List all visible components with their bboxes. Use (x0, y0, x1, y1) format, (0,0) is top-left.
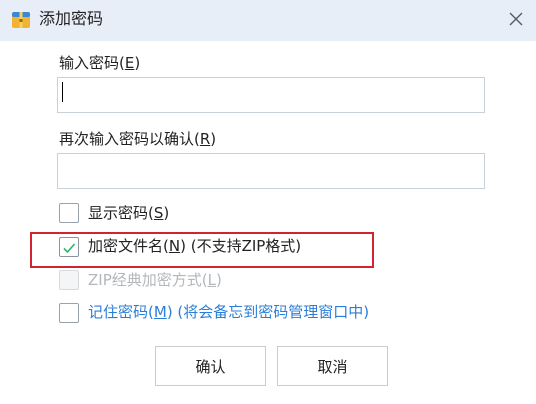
title-bar: 添加密码 (0, 0, 536, 41)
encrypt-filenames-checkbox[interactable] (59, 237, 79, 257)
remember-password-label[interactable]: 记住密码(M) (将会备忘到密码管理窗口中) (88, 302, 369, 322)
add-password-dialog: 添加密码 输入密码(E) 再次输入密码以确认(R) 显示密码(S) 加密文件名(… (0, 0, 536, 404)
show-password-label[interactable]: 显示密码(S) (88, 203, 169, 223)
password-label: 输入密码(E) (59, 54, 141, 72)
close-icon (509, 11, 523, 30)
dialog-title: 添加密码 (39, 9, 104, 28)
zip-classic-label: ZIP经典加密方式(L) (88, 271, 222, 289)
archive-icon (11, 10, 31, 30)
close-button[interactable] (500, 4, 532, 36)
zip-classic-checkbox (59, 270, 79, 290)
encrypt-filenames-label[interactable]: 加密文件名(N) (不支持ZIP格式) (88, 236, 301, 256)
show-password-checkbox[interactable] (59, 203, 79, 223)
remember-password-checkbox[interactable] (59, 303, 79, 323)
confirm-password-label: 再次输入密码以确认(R) (59, 130, 217, 148)
ok-button[interactable]: 确认 (155, 346, 266, 386)
password-input[interactable] (57, 77, 485, 113)
cancel-button[interactable]: 取消 (277, 346, 388, 386)
text-caret (62, 82, 63, 102)
checkmark-icon (62, 240, 76, 259)
confirm-password-input[interactable] (57, 153, 485, 189)
